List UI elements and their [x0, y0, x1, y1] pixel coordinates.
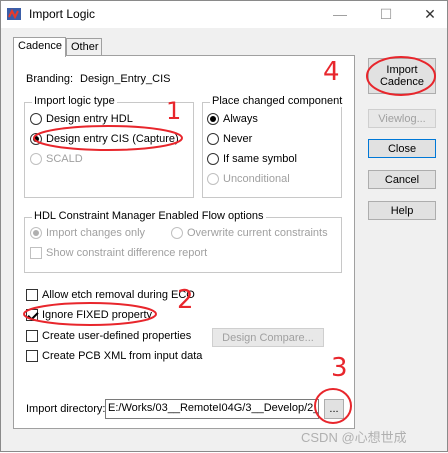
- title-bar: Import Logic — ☐ ✕: [1, 1, 447, 28]
- checkbox-box-checked: [26, 309, 38, 321]
- maximize-icon[interactable]: ☐: [371, 4, 401, 24]
- design-compare-button[interactable]: Design Compare...: [212, 328, 324, 347]
- radio-dot-selected: [30, 133, 42, 145]
- radio-label: Overwrite current constraints: [187, 227, 328, 239]
- check-pcb-xml[interactable]: Create PCB XML from input data: [26, 350, 202, 362]
- check-label: Ignore FIXED property: [42, 309, 153, 321]
- checkbox-box: [30, 247, 42, 259]
- radio-label: If same symbol: [223, 153, 297, 165]
- radio-dot: [207, 173, 219, 185]
- place-changed-group: Place changed component Always Never If …: [202, 95, 345, 198]
- close-button[interactable]: Close: [368, 139, 436, 158]
- import-cadence-line1: Import: [386, 64, 418, 76]
- radio-dot: [171, 227, 183, 239]
- checkbox-box: [26, 330, 38, 342]
- radio-label: Design entry CIS (Capture): [46, 133, 179, 145]
- hdl-cm-title: HDL Constraint Manager Enabled Flow opti…: [32, 210, 266, 222]
- import-cadence-button[interactable]: Import Cadence: [368, 58, 436, 94]
- import-directory-label: Import directory:: [26, 403, 106, 415]
- cancel-button[interactable]: Cancel: [368, 170, 436, 189]
- check-label: Show constraint difference report: [46, 247, 208, 259]
- hdl-cm-group: HDL Constraint Manager Enabled Flow opti…: [24, 210, 342, 273]
- check-ignore-fixed[interactable]: Ignore FIXED property: [26, 309, 152, 321]
- checkbox-box: [26, 350, 38, 362]
- browse-button[interactable]: ...: [324, 399, 344, 419]
- check-user-defined-properties[interactable]: Create user-defined properties: [26, 330, 191, 342]
- checkbox-box: [26, 289, 38, 301]
- radio-scald[interactable]: SCALD: [30, 153, 83, 165]
- check-show-difference-report[interactable]: Show constraint difference report: [30, 247, 207, 259]
- radio-import-changes-only[interactable]: Import changes only: [30, 227, 145, 239]
- import-directory-input[interactable]: E:/Works/03__RemoteI04G/3__Develop/2_: [105, 399, 319, 419]
- radio-dot: [207, 153, 219, 165]
- radio-dot: [207, 133, 219, 145]
- radio-dot: [30, 153, 42, 165]
- close-icon[interactable]: ✕: [415, 4, 445, 24]
- radio-if-same-symbol[interactable]: If same symbol: [207, 153, 297, 165]
- radio-label: Import changes only: [46, 227, 146, 239]
- radio-dot: [30, 113, 42, 125]
- radio-unconditional[interactable]: Unconditional: [207, 173, 290, 185]
- radio-dot-selected: [207, 113, 219, 125]
- radio-label: Unconditional: [223, 173, 290, 185]
- branding-value: Design_Entry_CIS: [80, 73, 171, 85]
- check-label: Create PCB XML from input data: [42, 350, 203, 362]
- radio-label: Never: [223, 133, 253, 145]
- import-cadence-line2: Cadence: [379, 76, 425, 88]
- radio-label: Always: [223, 113, 258, 125]
- import-logic-type-group: Import logic type Design entry HDL Desig…: [24, 95, 194, 198]
- radio-label: SCALD: [46, 153, 83, 165]
- tab-cadence[interactable]: Cadence: [13, 37, 66, 57]
- import-logic-type-title: Import logic type: [32, 95, 117, 107]
- window-title: Import Logic: [29, 7, 96, 21]
- app-icon: [7, 8, 21, 20]
- radio-design-entry-cis[interactable]: Design entry CIS (Capture): [30, 133, 179, 145]
- minimize-icon[interactable]: —: [325, 4, 355, 24]
- cadence-panel: Branding: Design_Entry_CIS Import logic …: [13, 55, 355, 429]
- radio-never[interactable]: Never: [207, 133, 252, 145]
- radio-dot-selected: [30, 227, 42, 239]
- import-logic-window: Import Logic — ☐ ✕ Cadence Other Brandin…: [0, 0, 448, 452]
- radio-design-entry-hdl[interactable]: Design entry HDL: [30, 113, 133, 125]
- radio-always[interactable]: Always: [207, 113, 258, 125]
- watermark: CSDN @心想世成: [301, 430, 407, 445]
- branding-label: Branding:: [26, 73, 74, 85]
- place-changed-title: Place changed component: [210, 95, 345, 107]
- check-label: Allow etch removal during ECO: [42, 289, 195, 301]
- viewlog-button[interactable]: Viewlog...: [368, 109, 436, 128]
- radio-overwrite-constraints[interactable]: Overwrite current constraints: [171, 227, 328, 239]
- check-label: Create user-defined properties: [42, 330, 192, 342]
- radio-label: Design entry HDL: [46, 113, 133, 125]
- check-allow-etch-removal[interactable]: Allow etch removal during ECO: [26, 289, 195, 301]
- help-button[interactable]: Help: [368, 201, 436, 220]
